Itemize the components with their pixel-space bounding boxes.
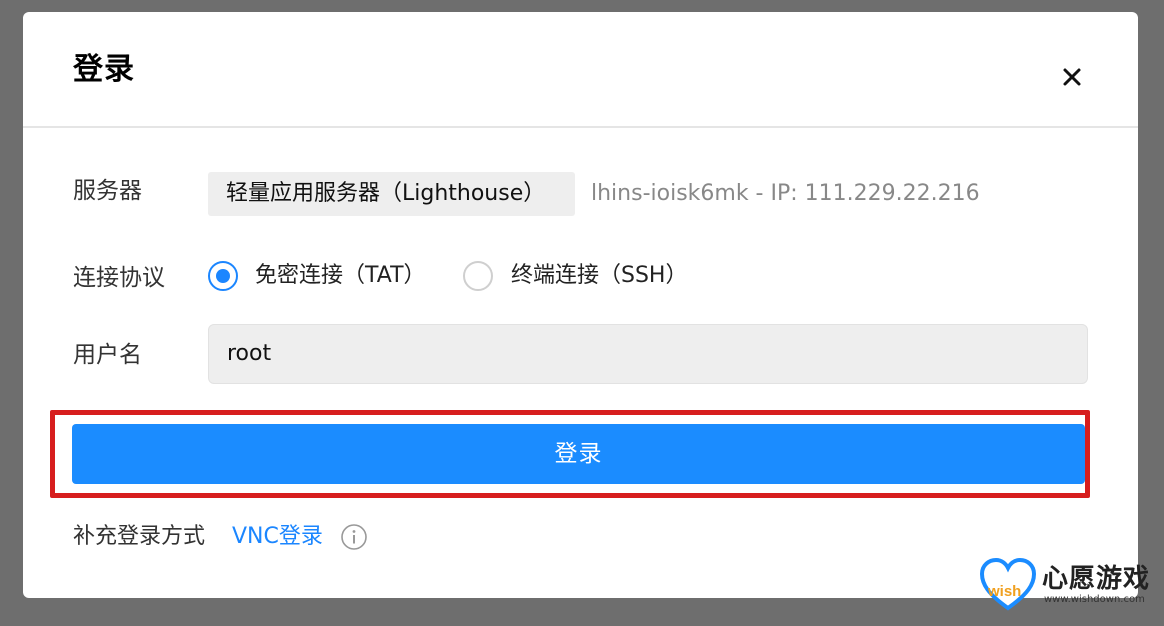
username-label: 用户名 bbox=[73, 342, 142, 368]
dialog-header: 登录 bbox=[23, 12, 1138, 128]
info-icon[interactable] bbox=[339, 522, 369, 552]
radio-tat[interactable] bbox=[208, 261, 238, 291]
protocol-label: 连接协议 bbox=[73, 265, 165, 291]
close-icon bbox=[1063, 68, 1081, 86]
close-button[interactable] bbox=[1057, 62, 1087, 92]
server-label: 服务器 bbox=[73, 178, 142, 204]
radio-tat-label[interactable]: 免密连接（TAT） bbox=[255, 261, 426, 291]
alternative-login-label: 补充登录方式 bbox=[73, 524, 206, 549]
watermark: wish 心愿游戏 www.wishdown.com bbox=[978, 556, 1158, 612]
vnc-login-link[interactable]: VNC登录 bbox=[232, 522, 323, 552]
heart-logo-icon: wish bbox=[979, 557, 1037, 611]
watermark-logo-text: wish bbox=[987, 583, 1021, 600]
login-dialog: 登录 服务器 轻量应用服务器（Lighthouse） lhins-ioisk6m… bbox=[23, 12, 1138, 598]
dialog-title: 登录 bbox=[73, 52, 135, 87]
watermark-url: www.wishdown.com bbox=[1044, 594, 1145, 605]
watermark-brand: 心愿游戏 bbox=[1042, 564, 1151, 594]
radio-dot bbox=[216, 269, 230, 283]
username-input[interactable]: root bbox=[208, 324, 1088, 384]
server-type-chip: 轻量应用服务器（Lighthouse） bbox=[208, 172, 575, 216]
radio-ssh[interactable] bbox=[463, 261, 493, 291]
login-button[interactable]: 登录 bbox=[72, 424, 1085, 484]
radio-ssh-label[interactable]: 终端连接（SSH） bbox=[511, 261, 687, 291]
server-instance-info: lhins-ioisk6mk - IP: 111.229.22.216 bbox=[591, 181, 980, 206]
